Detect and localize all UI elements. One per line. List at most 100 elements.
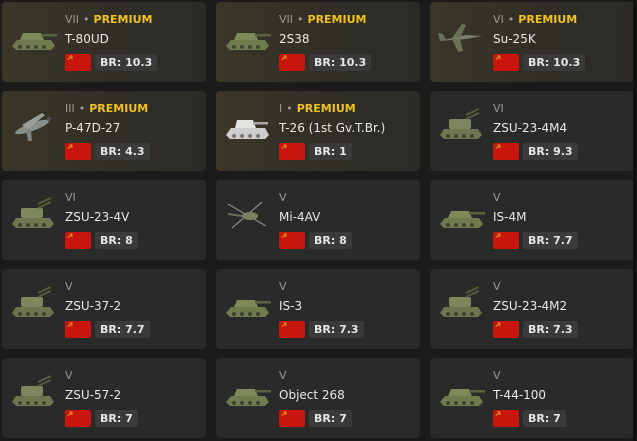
br-label: BR: (528, 56, 554, 69)
jet-icon (436, 16, 486, 58)
br-label: BR: (100, 56, 126, 69)
premium-label: PREMIUM (518, 13, 578, 26)
br-value: 10.3 (125, 56, 153, 69)
spaa-icon (8, 194, 58, 236)
vehicle-name: ZSU-23-4V (65, 210, 130, 224)
vehicle-card[interactable]: VI ZSU-23-4V ☭ BR: 8 (2, 180, 206, 260)
ussr-flag-icon: ☭ (65, 410, 91, 427)
vehicle-rank: VI (493, 13, 504, 26)
br-label: BR: (528, 234, 554, 247)
vehicle-name: ZSU-37-2 (65, 299, 122, 313)
tank-icon (8, 16, 58, 58)
vehicle-meta: V (279, 280, 287, 293)
br-value: 4.3 (125, 145, 145, 158)
ussr-flag-icon: ☭ (279, 410, 305, 427)
vehicle-card[interactable]: V IS-4M ☭ BR: 7.7 (430, 180, 634, 260)
vehicle-name: IS-4M (493, 210, 527, 224)
br-value: 8 (125, 234, 133, 247)
vehicle-rank: V (65, 280, 73, 293)
scrollbar[interactable] (633, 0, 637, 441)
vehicle-name: T-80UD (65, 32, 109, 46)
battle-rating-badge: BR: 7.3 (523, 321, 578, 338)
ussr-flag-icon: ☭ (493, 321, 519, 338)
battle-rating-badge: BR: 7.3 (309, 321, 364, 338)
battle-rating-badge: BR: 7 (95, 410, 138, 427)
vehicle-meta: VI (493, 102, 504, 115)
vehicle-card[interactable]: V ZSU-37-2 ☭ BR: 7.7 (2, 269, 206, 349)
vehicle-meta: V (493, 369, 501, 382)
vehicle-card[interactable]: V Object 268 ☭ BR: 7 (216, 358, 420, 438)
battle-rating-badge: BR: 10.3 (95, 54, 158, 71)
tank-icon (222, 16, 272, 58)
br-value: 7.3 (553, 323, 573, 336)
ussr-flag-icon: ☭ (65, 232, 91, 249)
br-label: BR: (528, 412, 554, 425)
tank-icon (222, 105, 272, 147)
br-label: BR: (100, 234, 126, 247)
ussr-flag-icon: ☭ (65, 321, 91, 338)
vehicle-meta: I • PREMIUM (279, 102, 356, 115)
battle-rating-badge: BR: 7.7 (95, 321, 150, 338)
vehicle-card[interactable]: VI ZSU-23-4M4 ☭ BR: 9.3 (430, 91, 634, 171)
battle-rating-badge: BR: 7.7 (523, 232, 578, 249)
vehicle-name: T-44-100 (493, 388, 547, 402)
br-label: BR: (528, 323, 554, 336)
vehicle-name: T-26 (1st Gv.T.Br.) (279, 121, 386, 135)
ussr-flag-icon: ☭ (279, 143, 305, 160)
premium-label: PREMIUM (307, 13, 367, 26)
ussr-flag-icon: ☭ (493, 54, 519, 71)
br-label: BR: (100, 323, 126, 336)
vehicle-rank: V (279, 280, 287, 293)
vehicle-card[interactable]: III • PREMIUM P-47D-27 ☭ BR: 4.3 (2, 91, 206, 171)
battle-rating-badge: BR: 1 (309, 143, 352, 160)
vehicle-meta: V (279, 191, 287, 204)
separator-dot: • (78, 102, 86, 115)
vehicle-name: ZSU-57-2 (65, 388, 122, 402)
ussr-flag-icon: ☭ (493, 232, 519, 249)
ussr-flag-icon: ☭ (493, 143, 519, 160)
br-label: BR: (528, 145, 554, 158)
premium-label: PREMIUM (296, 102, 356, 115)
vehicle-card[interactable]: VI • PREMIUM Su-25K ☭ BR: 10.3 (430, 2, 634, 82)
br-value: 10.3 (339, 56, 367, 69)
spaa-icon (436, 105, 486, 147)
vehicle-card[interactable]: VII • PREMIUM 2S38 ☭ BR: 10.3 (216, 2, 420, 82)
vehicle-rank: III (65, 102, 75, 115)
tank-icon (222, 283, 272, 325)
vehicle-name: ZSU-23-4M2 (493, 299, 568, 313)
vehicle-card[interactable]: VII • PREMIUM T-80UD ☭ BR: 10.3 (2, 2, 206, 82)
vehicle-meta: VI (65, 191, 76, 204)
vehicle-card[interactable]: V T-44-100 ☭ BR: 7 (430, 358, 634, 438)
battle-rating-badge: BR: 7 (523, 410, 566, 427)
vehicle-card[interactable]: V IS-3 ☭ BR: 7.3 (216, 269, 420, 349)
vehicle-meta: VII • PREMIUM (279, 13, 366, 26)
separator-dot: • (297, 13, 304, 26)
vehicle-name: IS-3 (279, 299, 303, 313)
ussr-flag-icon: ☭ (279, 321, 305, 338)
vehicle-rank: V (65, 369, 73, 382)
vehicle-name: ZSU-23-4M4 (493, 121, 568, 135)
vehicle-card[interactable]: I • PREMIUM T-26 (1st Gv.T.Br.) ☭ BR: 1 (216, 91, 420, 171)
premium-label: PREMIUM (93, 13, 153, 26)
br-value: 1 (339, 145, 347, 158)
battle-rating-badge: BR: 7 (309, 410, 352, 427)
br-label: BR: (100, 145, 126, 158)
spaa-icon (436, 283, 486, 325)
br-value: 7.3 (339, 323, 359, 336)
separator-dot: • (83, 13, 90, 26)
ussr-flag-icon: ☭ (65, 54, 91, 71)
vehicle-meta: V (279, 369, 287, 382)
vehicle-name: 2S38 (279, 32, 310, 46)
ussr-flag-icon: ☭ (493, 410, 519, 427)
tank-icon (222, 372, 272, 414)
vehicle-rank: VII (65, 13, 80, 26)
vehicle-rank: V (279, 369, 287, 382)
br-value: 10.3 (553, 56, 581, 69)
br-label: BR: (314, 323, 340, 336)
vehicle-card[interactable]: V ZSU-57-2 ☭ BR: 7 (2, 358, 206, 438)
vehicle-card[interactable]: V Mi-4AV ☭ BR: 8 (216, 180, 420, 260)
vehicle-meta: V (65, 369, 73, 382)
vehicle-rank: VII (279, 13, 294, 26)
vehicle-card[interactable]: V ZSU-23-4M2 ☭ BR: 7.3 (430, 269, 634, 349)
br-value: 9.3 (553, 145, 573, 158)
